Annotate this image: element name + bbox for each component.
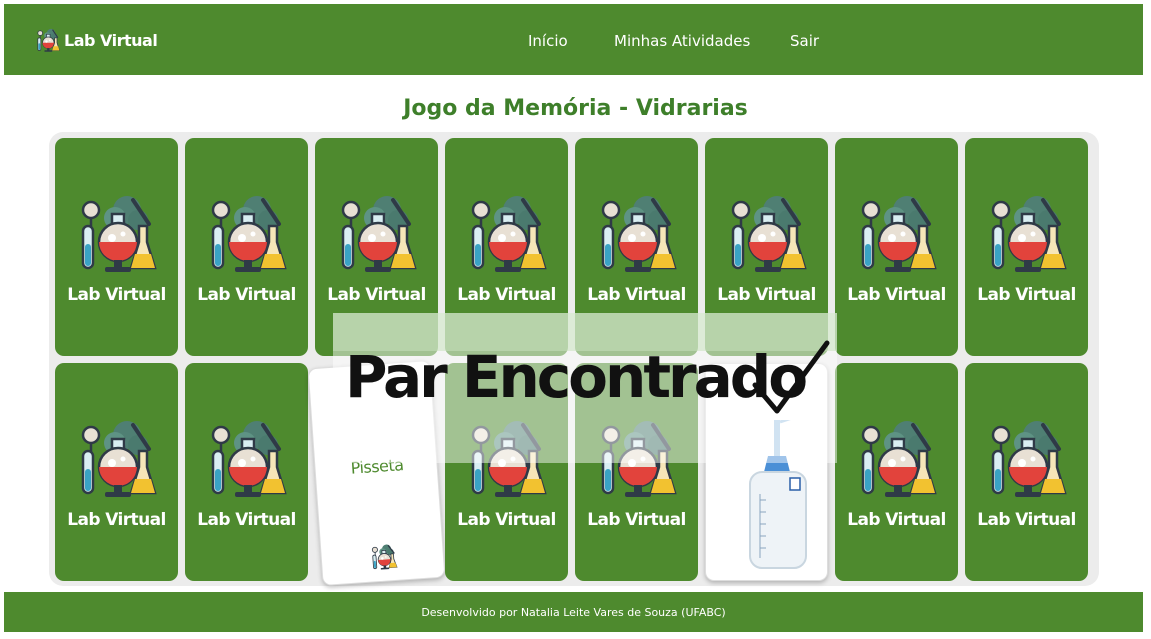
check-icon: [752, 340, 830, 414]
card-back[interactable]: Lab Virtual: [185, 138, 308, 356]
card-label: Lab Virtual: [717, 285, 816, 305]
page-title: Jogo da Memória - Vidrarias: [403, 96, 748, 121]
match-found-message: Par Encontrado: [345, 343, 808, 411]
lab-flask-icon: [467, 192, 547, 274]
card-label: Lab Virtual: [847, 510, 946, 530]
card-back[interactable]: Lab Virtual: [835, 363, 958, 581]
lab-flask-icon: [857, 192, 937, 274]
card-back[interactable]: Lab Virtual: [185, 363, 308, 581]
card-label: Lab Virtual: [197, 510, 296, 530]
card-label: Lab Virtual: [977, 285, 1076, 305]
card-back[interactable]: Lab Virtual: [835, 138, 958, 356]
card-label: Lab Virtual: [67, 285, 166, 305]
footer-credits: Desenvolvido por Natalia Leite Vares de …: [421, 606, 726, 619]
brand-link[interactable]: Lab Virtual: [36, 27, 158, 53]
card-label: Lab Virtual: [67, 510, 166, 530]
top-navbar: Lab Virtual Início Minhas Atividades Sai…: [4, 4, 1143, 75]
match-found-overlay: Par Encontrado: [333, 313, 837, 463]
lab-flask-icon: [207, 192, 287, 274]
nav-link-inicio[interactable]: Início: [528, 32, 568, 50]
lab-flask-icon: [597, 192, 677, 274]
card-back[interactable]: Lab Virtual: [965, 363, 1088, 581]
card-label: Lab Virtual: [847, 285, 946, 305]
card-back[interactable]: Lab Virtual: [965, 138, 1088, 356]
brand-label: Lab Virtual: [64, 30, 158, 50]
nav-link-minhas-atividades[interactable]: Minhas Atividades: [614, 32, 750, 50]
lab-flask-icon: [857, 417, 937, 499]
lab-logo-icon: [36, 27, 60, 53]
page-footer: Desenvolvido por Natalia Leite Vares de …: [4, 592, 1143, 632]
lab-flask-icon: [77, 417, 157, 499]
lab-flask-icon: [987, 192, 1067, 274]
card-label: Lab Virtual: [327, 285, 426, 305]
lab-flask-icon: [370, 542, 398, 572]
nav-link-sair[interactable]: Sair: [790, 32, 819, 50]
card-label: Lab Virtual: [197, 285, 296, 305]
lab-flask-icon: [77, 192, 157, 274]
lab-flask-icon: [987, 417, 1067, 499]
lab-flask-icon: [207, 417, 287, 499]
card-label: Lab Virtual: [587, 510, 686, 530]
card-label: Lab Virtual: [587, 285, 686, 305]
card-label: Lab Virtual: [977, 510, 1076, 530]
card-label: Lab Virtual: [457, 510, 556, 530]
card-label: Lab Virtual: [457, 285, 556, 305]
card-back[interactable]: Lab Virtual: [55, 363, 178, 581]
lab-flask-icon: [727, 192, 807, 274]
card-back[interactable]: Lab Virtual: [55, 138, 178, 356]
lab-flask-icon: [337, 192, 417, 274]
